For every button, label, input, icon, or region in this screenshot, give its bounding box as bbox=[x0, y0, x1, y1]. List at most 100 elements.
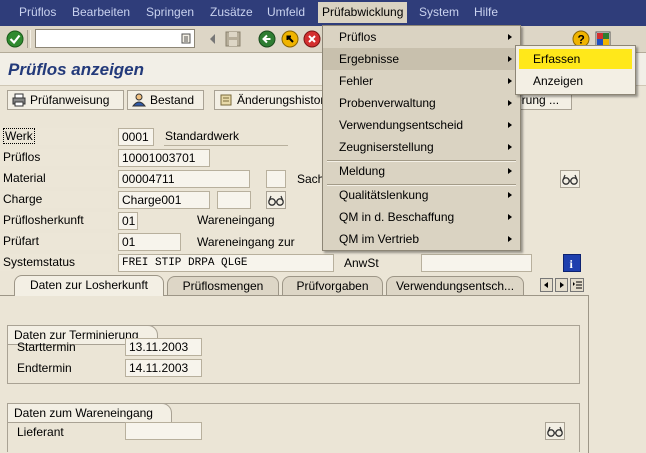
dd-item-zeugniserstellung[interactable]: Zeugniserstellung bbox=[323, 136, 520, 158]
menu-umfeld[interactable]: Umfeld bbox=[267, 5, 305, 19]
pruefabwicklung-dropdown: Prüflos Ergebnisse Fehler Probenverwaltu… bbox=[322, 25, 521, 251]
menu-zusaetze[interactable]: Zusätze bbox=[210, 5, 253, 19]
charge-extra-field[interactable] bbox=[217, 191, 251, 209]
menu-springen[interactable]: Springen bbox=[146, 5, 194, 19]
pruefanweisung-button[interactable]: Prüfanweisung bbox=[7, 90, 124, 110]
anwst-field[interactable] bbox=[421, 254, 532, 272]
glasses-icon bbox=[268, 195, 284, 206]
arrow-left-icon bbox=[258, 30, 276, 48]
dd-item-fehler[interactable]: Fehler bbox=[323, 70, 520, 92]
dd-item-probenverwaltung[interactable]: Probenverwaltung bbox=[323, 92, 520, 114]
charge-field[interactable]: Charge001 bbox=[118, 191, 210, 209]
floppy-disk-icon bbox=[225, 31, 241, 47]
tab-pruefvorgaben[interactable]: Prüfvorgaben bbox=[282, 276, 383, 295]
tab-scroll-left-button[interactable] bbox=[540, 278, 553, 292]
submenu-arrow-icon bbox=[508, 122, 512, 128]
printer-icon bbox=[12, 93, 26, 107]
person-icon bbox=[132, 93, 146, 107]
tab-losherkunft[interactable]: Daten zur Losherkunft bbox=[14, 275, 164, 296]
dd-item-verwendungsentscheid[interactable]: Verwendungsentscheid bbox=[323, 114, 520, 136]
submenu-arrow-icon bbox=[508, 214, 512, 220]
submenu-arrow-icon bbox=[508, 144, 512, 150]
endtermin-field[interactable]: 14.11.2003 bbox=[125, 359, 202, 377]
pruefart-label: Prüfart bbox=[0, 233, 112, 250]
history-icon[interactable] bbox=[181, 33, 191, 44]
back-button[interactable] bbox=[258, 30, 276, 48]
info-icon: i bbox=[570, 257, 574, 271]
pruefart-text: Wareneingang zur bbox=[197, 235, 295, 249]
lieferant-detail-button[interactable] bbox=[545, 422, 565, 440]
exit-button[interactable] bbox=[281, 30, 299, 48]
bestand-button[interactable]: Bestand bbox=[127, 90, 204, 110]
tab-verwendungsentscheid[interactable]: Verwendungsentsch... bbox=[386, 276, 524, 295]
material-field[interactable]: 00004711 bbox=[118, 170, 250, 188]
systemstatus-field[interactable]: FREI STIP DRPA QLGE bbox=[118, 254, 334, 272]
steuerung-label: erung ... bbox=[515, 93, 560, 107]
triangle-right-icon bbox=[560, 282, 564, 288]
dd-item-prueflos[interactable]: Prüflos bbox=[323, 26, 520, 48]
cancel-button[interactable] bbox=[303, 30, 321, 48]
starttermin-field[interactable]: 13.11.2003 bbox=[125, 338, 202, 356]
submenu-arrow-icon bbox=[508, 192, 512, 198]
herkunft-label: Prüflosherkunft bbox=[0, 212, 112, 229]
page-title: Prüflos anzeigen bbox=[8, 60, 145, 79]
dd-item-qm-vertrieb[interactable]: QM im Vertrieb bbox=[323, 228, 520, 250]
charge-detail-button[interactable] bbox=[266, 191, 286, 209]
info-button[interactable]: i bbox=[563, 254, 581, 272]
checkmark-icon bbox=[6, 30, 24, 48]
tab-scroll-right-button[interactable] bbox=[555, 278, 568, 292]
sub-item-erfassen[interactable]: Erfassen bbox=[519, 49, 632, 69]
glasses-icon bbox=[562, 174, 578, 185]
tab-list-button[interactable] bbox=[570, 278, 584, 292]
material-detail-button[interactable] bbox=[560, 170, 580, 188]
dd-item-ergebnisse[interactable]: Ergebnisse bbox=[323, 48, 520, 70]
lieferant-field[interactable] bbox=[125, 422, 202, 440]
werk-text: Standardwerk bbox=[165, 129, 240, 143]
group-wareneingang: Daten zum Wareneingang bbox=[7, 403, 580, 452]
cancel-x-icon bbox=[303, 30, 321, 48]
glasses-icon bbox=[547, 426, 563, 437]
bestand-label: Bestand bbox=[150, 93, 195, 107]
prueflos-label: Prüflos bbox=[0, 149, 112, 166]
material-label: Material bbox=[0, 170, 112, 187]
starttermin-label: Starttermin bbox=[17, 340, 76, 354]
menu-bearbeiten[interactable]: Bearbeiten bbox=[72, 5, 130, 19]
dd-item-qm-beschaffung[interactable]: QM in d. Beschaffung bbox=[323, 206, 520, 228]
aenderungshistorie-button[interactable]: Änderungshistorie bbox=[214, 90, 324, 110]
group-wareneingang-title: Daten zum Wareneingang bbox=[7, 403, 172, 423]
menu-system[interactable]: System bbox=[419, 5, 459, 19]
charge-label: Charge bbox=[0, 191, 112, 208]
menu-prueflos[interactable]: Prüflos bbox=[19, 5, 56, 19]
endtermin-label: Endtermin bbox=[17, 361, 72, 375]
svg-text:i: i bbox=[570, 257, 574, 271]
submenu-arrow-icon bbox=[508, 236, 512, 242]
lieferant-label: Lieferant bbox=[17, 425, 64, 439]
anwst-label: AnwSt bbox=[344, 256, 379, 270]
werk-label: Werk bbox=[0, 128, 112, 145]
dd-item-meldung[interactable]: Meldung bbox=[323, 160, 520, 182]
menu-hilfe[interactable]: Hilfe bbox=[474, 5, 498, 19]
submenu-arrow-icon bbox=[508, 56, 512, 62]
pruefanweisung-label: Prüfanweisung bbox=[30, 93, 110, 107]
systemstatus-label: Systemstatus bbox=[0, 254, 112, 271]
scroll-icon bbox=[220, 94, 232, 106]
submenu-arrow-icon bbox=[508, 78, 512, 84]
enter-button[interactable] bbox=[6, 30, 24, 48]
tab-prueflosmengen[interactable]: Prüflosmengen bbox=[167, 276, 279, 295]
prueflos-field[interactable]: 10001003701 bbox=[118, 149, 210, 167]
herkunft-field[interactable]: 01 bbox=[118, 212, 138, 230]
ergebnisse-submenu: Erfassen Anzeigen bbox=[515, 45, 636, 95]
collapse-button[interactable] bbox=[204, 30, 222, 48]
save-button[interactable] bbox=[224, 30, 242, 48]
pruefart-field[interactable]: 01 bbox=[118, 233, 181, 251]
werk-field[interactable]: 0001 bbox=[118, 128, 154, 146]
material-right-label: Sach bbox=[297, 172, 325, 186]
toolbar-separator bbox=[27, 30, 31, 48]
menu-pruefabwicklung[interactable]: Prüfabwicklung bbox=[318, 2, 408, 23]
sub-item-anzeigen[interactable]: Anzeigen bbox=[519, 71, 632, 91]
command-field[interactable] bbox=[35, 29, 195, 48]
exit-arrow-icon bbox=[281, 30, 299, 48]
submenu-arrow-icon bbox=[508, 34, 512, 40]
dd-item-qualitaetslenkung[interactable]: Qualitätslenkung bbox=[323, 184, 520, 206]
material-extra-field[interactable] bbox=[266, 170, 286, 188]
